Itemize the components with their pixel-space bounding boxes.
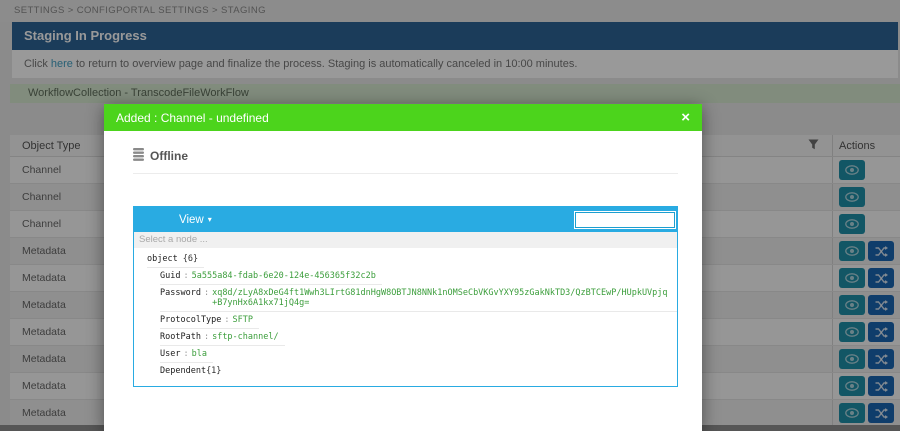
- tree-object-node[interactable]: Dependent{1}: [160, 363, 227, 379]
- search-box: [574, 211, 676, 229]
- tree-field-count: {1}: [206, 366, 221, 376]
- tree-field-value: bla: [192, 349, 207, 359]
- view-menu-button[interactable]: View ▾: [179, 214, 212, 226]
- tree-field-key: RootPath: [160, 332, 201, 342]
- offline-status: Offline: [133, 148, 678, 164]
- tree-root-node[interactable]: object {6}: [147, 251, 204, 268]
- tree-field-row: Password:xq8d/zLyA8xDeG4ft1Wwh3LIrtG81dn…: [160, 285, 677, 312]
- tree-field-row: Guid:5a555a84-fdab-6e20-124e-456365f32c2…: [160, 268, 382, 285]
- tree-field-value: sftp-channel/: [212, 332, 279, 342]
- database-icon: [133, 148, 144, 164]
- tree-field-value: xq8d/zLyA8xDeG4ft1Wwh3LIrtG81dnHgW8OBTJN…: [212, 288, 671, 308]
- tree-field-key: ProtocolType: [160, 315, 221, 325]
- modal-body: Offline View ▾ Select a node ... object {…: [104, 148, 702, 387]
- tree-field-colon: :: [201, 288, 212, 298]
- json-tree: object{6} Guid:5a555a84-fdab-6e20-124e-4…: [134, 248, 677, 386]
- tree-field-value: SFTP: [233, 315, 253, 325]
- tree-field-row: ProtocolType:SFTP: [160, 312, 259, 329]
- tree-root-label: object: [147, 254, 178, 264]
- tree-field-colon: :: [180, 349, 191, 359]
- added-channel-modal: Added : Channel - undefined × Offline Vi…: [104, 104, 702, 431]
- modal-title: Added : Channel - undefined: [116, 111, 269, 125]
- tree-field-value: 5a555a84-fdab-6e20-124e-456365f32c2b: [192, 271, 376, 281]
- tree-field-key: Password: [160, 288, 201, 298]
- tree-field-colon: :: [201, 332, 212, 342]
- tree-field-key: Dependent: [160, 366, 206, 376]
- tree-field-key: Guid: [160, 271, 180, 281]
- tree-field-key: User: [160, 349, 180, 359]
- tree-field-colon: :: [221, 315, 232, 325]
- view-menu-label: View: [179, 214, 204, 226]
- tree-field-row: RootPath:sftp-channel/: [160, 329, 285, 346]
- tree-field-row: User:bla: [160, 346, 213, 363]
- chevron-down-icon: ▾: [208, 215, 212, 224]
- modal-header: Added : Channel - undefined ×: [104, 104, 702, 131]
- json-editor-toolbar: View ▾: [134, 207, 677, 232]
- offline-label: Offline: [150, 149, 188, 163]
- tree-root-count: {6}: [183, 254, 198, 264]
- divider: [133, 173, 678, 174]
- json-editor-panel: View ▾ Select a node ... object {6} Guid:…: [133, 206, 678, 387]
- node-select-input[interactable]: Select a node ...: [134, 232, 677, 248]
- search-input[interactable]: [575, 212, 675, 228]
- tree-field-colon: :: [180, 271, 191, 281]
- close-icon[interactable]: ×: [681, 110, 690, 125]
